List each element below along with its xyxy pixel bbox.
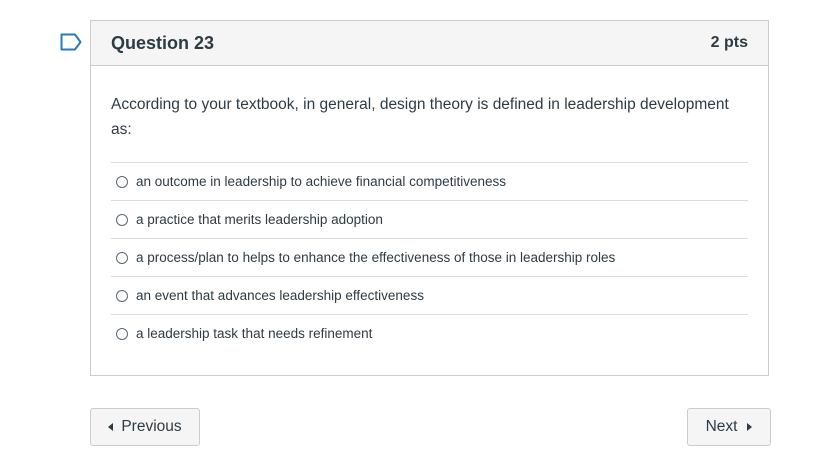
radio-button[interactable]: [116, 327, 128, 340]
triangle-right-icon: [747, 423, 753, 431]
answer-option[interactable]: an event that advances leadership effect…: [111, 277, 748, 315]
next-button[interactable]: Next: [687, 408, 771, 446]
answer-option[interactable]: a leadership task that needs refinement: [111, 315, 748, 352]
answer-option[interactable]: a process/plan to helps to enhance the e…: [111, 239, 748, 277]
radio-button[interactable]: [116, 175, 128, 188]
question-text: According to your textbook, in general, …: [111, 96, 729, 138]
flag-question-icon[interactable]: [60, 33, 82, 51]
answer-label: an outcome in leadership to achieve fina…: [136, 174, 506, 189]
question-header: Question 23 2 pts: [91, 21, 768, 66]
answer-option[interactable]: an outcome in leadership to achieve fina…: [111, 163, 748, 201]
quiz-page: Question 23 2 pts According to your text…: [0, 0, 827, 469]
question-body: According to your textbook, in general, …: [91, 66, 768, 352]
answer-label: a practice that merits leadership adopti…: [136, 212, 383, 227]
question-points: 2 pts: [710, 34, 748, 51]
radio-button[interactable]: [116, 213, 128, 226]
answer-option[interactable]: a practice that merits leadership adopti…: [111, 201, 748, 239]
triangle-left-icon: [108, 423, 114, 431]
previous-button-label: Previous: [121, 418, 182, 435]
answer-label: a leadership task that needs refinement: [136, 326, 373, 341]
question-title: Question 23: [111, 32, 215, 53]
answer-label: a process/plan to helps to enhance the e…: [136, 250, 616, 265]
previous-button[interactable]: Previous: [90, 408, 200, 446]
question-card: Question 23 2 pts According to your text…: [90, 20, 769, 376]
answer-label: an event that advances leadership effect…: [136, 288, 424, 303]
radio-button[interactable]: [116, 251, 128, 264]
radio-button[interactable]: [116, 289, 128, 302]
answer-list: an outcome in leadership to achieve fina…: [111, 162, 748, 352]
next-button-label: Next: [705, 418, 738, 435]
